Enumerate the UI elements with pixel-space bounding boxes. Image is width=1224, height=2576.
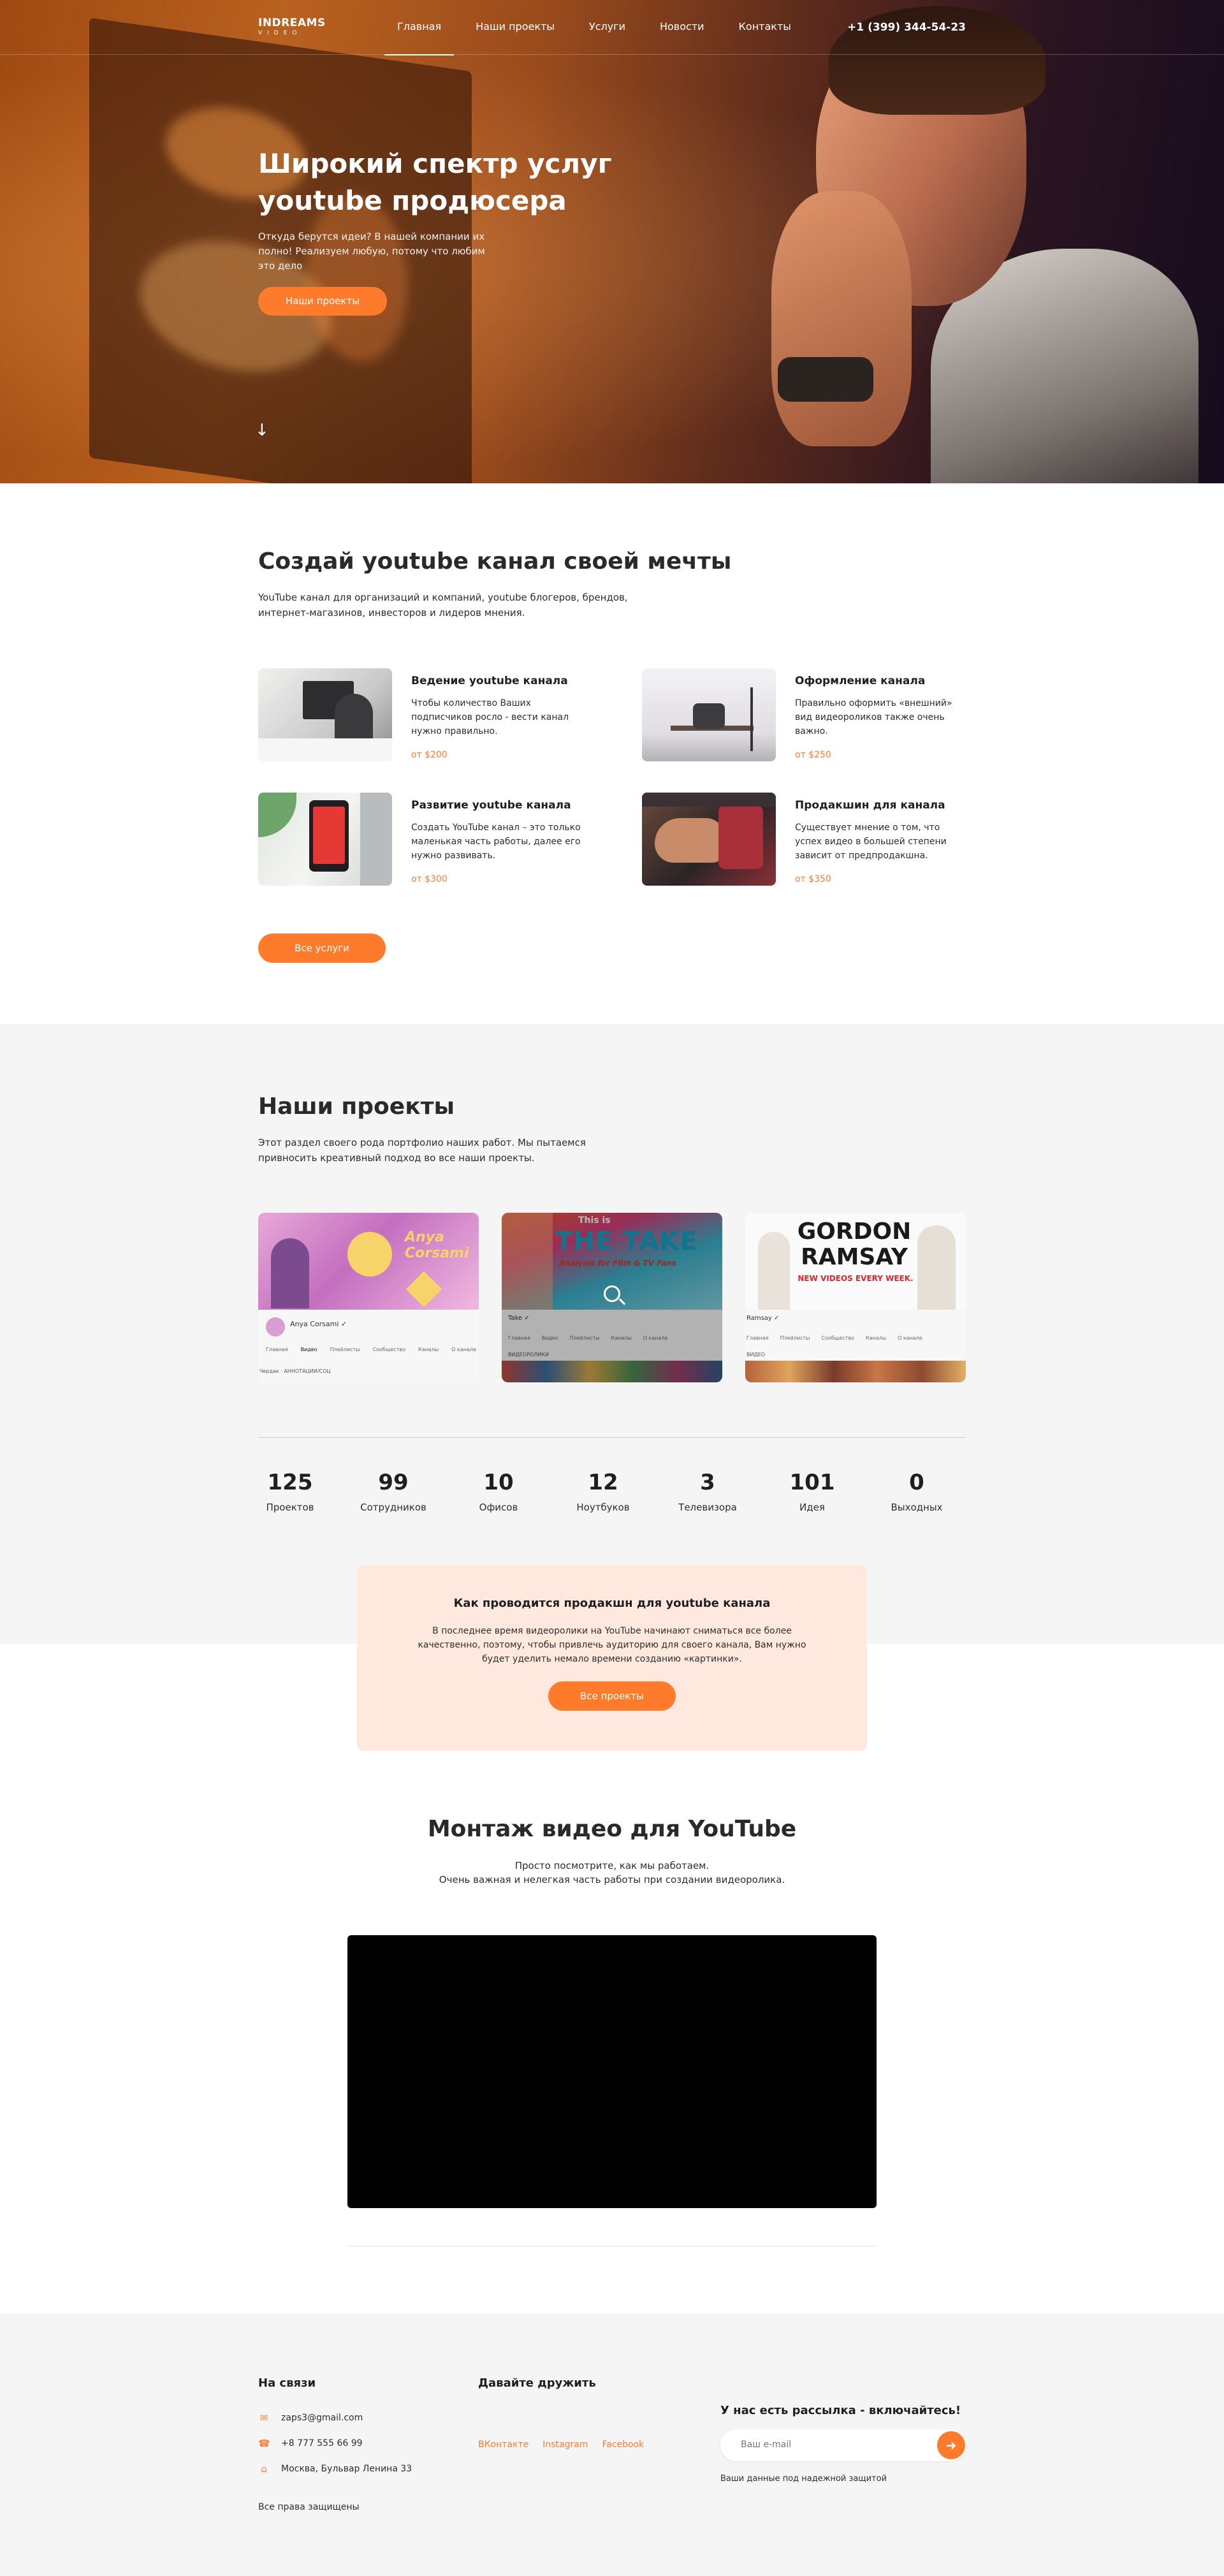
footer-phone[interactable]: ☎ +8 777 555 66 99 [258, 2438, 363, 2448]
subscribe-submit-button[interactable]: ➜ [937, 2431, 965, 2459]
service-title: Ведение youtube канала [411, 675, 568, 687]
service-card[interactable]: Ведение youtube канала Чтобы количество … [258, 668, 615, 764]
service-title: Оформление канала [795, 675, 926, 687]
phone-icon: ☎ [258, 2438, 270, 2449]
projects-divider [258, 1437, 966, 1438]
stat-item: 125 Проектов [266, 1470, 314, 1513]
stat-item: 12 Ноутбуков [576, 1470, 630, 1513]
all-projects-button[interactable]: Все проекты [548, 1681, 676, 1711]
all-services-button[interactable]: Все услуги [258, 933, 386, 963]
services-text: YouTube канал для организаций и компаний… [258, 592, 628, 618]
service-title: Продакшин для канала [795, 799, 945, 812]
social-link-facebook[interactable]: Facebook [602, 2440, 644, 2450]
project-banner: Anya Corsami [258, 1213, 479, 1310]
service-card[interactable]: Оформление канала Правильно оформить «вн… [642, 668, 999, 764]
stat-item: 3 Телевизора [678, 1470, 737, 1513]
top-navbar: INDREAMS VIDEO Главная Наши проекты Услу… [0, 0, 1224, 55]
footer-subscribe-title: У нас есть рассылка - включайтесь! [720, 2404, 961, 2417]
arrow-down-icon[interactable]: ↓ [255, 421, 269, 440]
social-link-instagram[interactable]: Instagram [543, 2440, 588, 2450]
logo[interactable]: INDREAMS VIDEO [258, 17, 326, 36]
video-section-text: Просто посмотрите, как мы работаем. Очен… [439, 1860, 785, 1885]
nav-item-services[interactable]: Услуги [589, 0, 625, 55]
production-cta-box: Как проводится продакшн для youtube кана… [357, 1565, 867, 1751]
copyright: Все права защищены [258, 2502, 360, 2512]
search-icon[interactable] [604, 1285, 620, 1302]
hero-projects-button[interactable]: Наши проекты [258, 287, 387, 316]
project-channel-bar: Ramsay ✓ Главная Плейлисты Сообщество Канал… [745, 1310, 966, 1382]
subscribe-note: Ваши данные под надежной защитой [720, 2474, 887, 2484]
footer-contacts-title: На связи [258, 2376, 316, 2390]
project-card[interactable]: GORDON RAMSAY NEW VIDEOS EVERY WEEK. Ram… [745, 1213, 966, 1382]
footer-address: ⌂ Москва, Бульвар Ленина 33 [258, 2464, 412, 2474]
service-thumbnail [258, 668, 392, 761]
service-desc: Правильно оформить «внешний» вид видеоро… [795, 698, 952, 736]
service-price: от $200 [411, 750, 448, 760]
projects-text: Этот раздел своего рода портфолио наших … [258, 1137, 586, 1164]
video-section-title: Монтаж видео для YouTube [427, 1816, 797, 1842]
services-title: Создай youtube канал своей мечты [258, 548, 732, 574]
project-banner: GORDON RAMSAY NEW VIDEOS EVERY WEEK. [745, 1213, 966, 1310]
project-card[interactable]: Anya Corsami Anya Corsami ✓ Главная Видео… [258, 1213, 479, 1382]
footer-email[interactable]: ✉ zaps3@gmail.com [258, 2413, 363, 2423]
service-desc: Существует мнение о том, что успех видео… [795, 823, 947, 861]
nav-item-projects[interactable]: Наши проекты [476, 0, 555, 55]
stat-item: 99 Сотрудников [360, 1470, 426, 1513]
hero-title: Широкий спектр услуг youtube продюсера [258, 148, 612, 216]
stat-item: 10 Офисов [479, 1470, 518, 1513]
service-desc: Создать YouTube канал – это только мален… [411, 823, 581, 861]
project-channel-bar: Anya Corsami ✓ Главная Видео Плейлисты Сооб… [258, 1310, 479, 1382]
subscribe-email-input[interactable] [741, 2440, 932, 2450]
social-links: ВКонтакте Instagram Facebook [478, 2440, 658, 2450]
service-card[interactable]: Развитие youtube канала Создать YouTube … [258, 793, 615, 888]
project-card[interactable]: This is THE TAKE Analysis for Film & TV … [502, 1213, 722, 1382]
projects-title: Наши проекты [258, 1094, 455, 1120]
cta-title: Как проводится продакшн для youtube кана… [453, 1597, 771, 1610]
nav-item-home[interactable]: Главная [384, 0, 455, 55]
service-thumbnail [642, 793, 776, 886]
service-card[interactable]: Продакшин для канала Существует мнение о… [642, 793, 999, 888]
cta-text: В последнее время видеоролики на YouTube… [418, 1626, 806, 1664]
subscribe-form: ➜ [720, 2429, 966, 2461]
social-link-vk[interactable]: ВКонтакте [478, 2440, 528, 2450]
service-thumbnail [642, 668, 776, 761]
service-desc: Чтобы количество Ваших подписчиков росло… [411, 698, 569, 736]
main-nav: Главная Наши проекты Услуги Новости Конт… [384, 0, 826, 55]
stat-item: 0 Выходных [891, 1470, 943, 1513]
nav-item-contacts[interactable]: Контакты [739, 0, 791, 55]
footer-social-title: Давайте дружить [478, 2376, 596, 2390]
video-player[interactable] [347, 1935, 877, 2208]
service-thumbnail [258, 793, 392, 886]
location-icon: ⌂ [261, 2463, 267, 2475]
stat-item: 101 Идея [789, 1470, 835, 1513]
header-phone[interactable]: +1 (399) 344-54-23 [847, 21, 966, 34]
hero-section: INDREAMS VIDEO Главная Наши проекты Услу… [0, 0, 1224, 483]
service-price: от $250 [795, 750, 831, 760]
service-title: Развитие youtube канала [411, 799, 571, 812]
service-price: от $350 [795, 874, 831, 884]
hero-text: Откуда берутся идеи? В нашей компании их… [258, 231, 485, 272]
nav-item-news[interactable]: Новости [660, 0, 704, 55]
service-price: от $300 [411, 874, 448, 884]
mail-icon: ✉ [259, 2412, 268, 2424]
hero-person-image [720, 0, 1205, 483]
